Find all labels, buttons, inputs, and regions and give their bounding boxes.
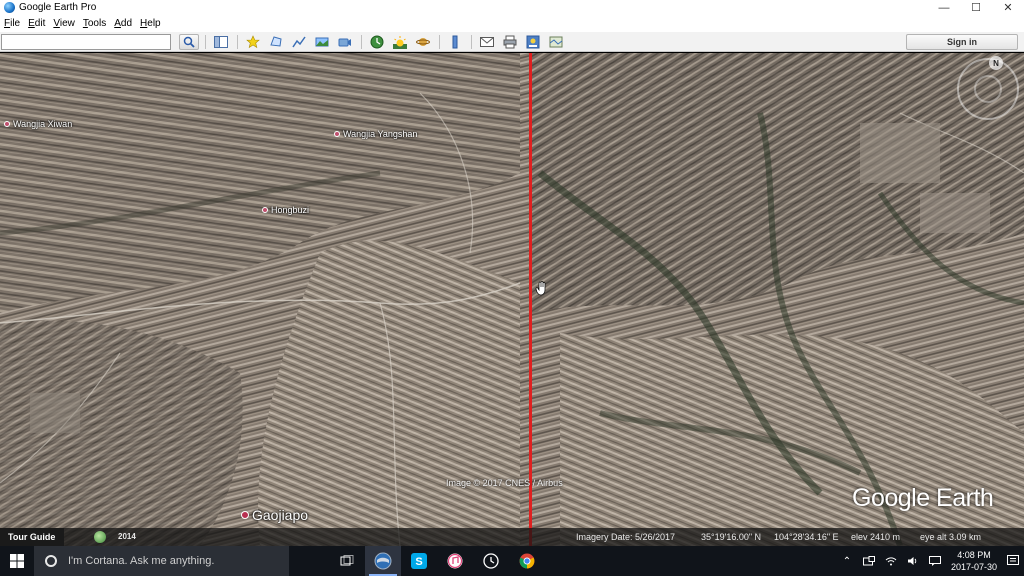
save-image-icon[interactable] [523, 34, 543, 50]
window-title: Google Earth Pro [19, 2, 97, 13]
windows-logo-icon [10, 554, 24, 568]
svg-text:S: S [415, 556, 422, 568]
swipe-divider[interactable] [529, 53, 532, 546]
toolbar-divider [471, 34, 472, 49]
google-earth-window: Google Earth Pro — ☐ ✕ File Edit View To… [0, 0, 1024, 576]
placemark-icon[interactable] [243, 34, 263, 50]
tour-guide-button[interactable]: Tour Guide [0, 528, 64, 546]
look-joystick[interactable] [974, 75, 1002, 103]
windows-taskbar: I'm Cortana. Ask me anything. S ⌃ 4:08 P… [0, 546, 1024, 576]
status-bar: Tour Guide 2014 Imagery Date: 5/26/2017 … [0, 528, 1024, 546]
navigation-compass[interactable]: N [957, 56, 1019, 120]
sidebar-toggle-icon[interactable] [211, 34, 231, 50]
google-earth-icon[interactable] [365, 546, 401, 576]
search-input[interactable] [1, 33, 171, 50]
print-icon[interactable] [500, 34, 520, 50]
search-icon[interactable] [179, 33, 199, 50]
toolbar: Sign in [0, 32, 1024, 52]
menu-tools[interactable]: Tools [79, 18, 110, 29]
planets-icon[interactable] [413, 34, 433, 50]
path-icon[interactable] [289, 34, 309, 50]
toolbar-divider [205, 34, 206, 49]
cortana-icon [45, 555, 57, 567]
cortana-search-box[interactable]: I'm Cortana. Ask me anything. [34, 546, 289, 576]
title-bar: Google Earth Pro — ☐ ✕ [0, 0, 1024, 15]
eye-altitude-readout: eye alt 3.09 km [920, 532, 982, 542]
sunlight-icon[interactable] [390, 34, 410, 50]
menu-bar: File Edit View Tools Add Help [0, 15, 1024, 32]
start-button[interactable] [0, 546, 34, 576]
clock-time: 4:08 PM [957, 550, 991, 560]
place-marker-icon [241, 511, 249, 519]
polygon-icon[interactable] [266, 34, 286, 50]
cortana-placeholder: I'm Cortana. Ask me anything. [68, 555, 215, 567]
volume-icon[interactable] [902, 546, 924, 576]
close-button[interactable]: ✕ [992, 0, 1024, 15]
clock-date: 2017-07-30 [950, 562, 998, 572]
skype-icon[interactable]: S [401, 546, 437, 576]
place-label-gaojiapo[interactable]: Gaojiapo [241, 507, 308, 523]
historical-imagery-icon[interactable] [367, 34, 387, 50]
clock-app-icon[interactable] [473, 546, 509, 576]
google-earth-logo: Google Earth [852, 484, 994, 512]
sign-in-button[interactable]: Sign in [906, 34, 1018, 50]
historical-imagery-year[interactable]: 2014 [118, 532, 136, 541]
notifications-icon[interactable] [1002, 555, 1024, 567]
toolbar-divider [439, 34, 440, 49]
place-marker-icon [334, 131, 340, 137]
image-overlay-icon[interactable] [312, 34, 332, 50]
chrome-icon[interactable] [509, 546, 545, 576]
place-label-wangjia-xiwan[interactable]: Wangjia Xiwan [4, 119, 72, 129]
elevation-readout: elev 2410 m [851, 532, 901, 542]
latitude-readout: 35°19'16.00" N [701, 532, 762, 542]
wifi-icon[interactable] [880, 546, 902, 576]
historical-imagery-icon[interactable] [94, 531, 106, 543]
minimize-button[interactable]: — [928, 0, 960, 15]
menu-file[interactable]: File [0, 18, 24, 29]
place-marker-icon [4, 121, 10, 127]
action-center-message-icon[interactable] [924, 546, 946, 576]
place-label-wangjia-yangshan[interactable]: Wangjia Yangshan [334, 129, 417, 139]
terrain-imagery [0, 53, 1024, 546]
menu-add[interactable]: Add [110, 18, 136, 29]
maximize-button[interactable]: ☐ [960, 0, 992, 15]
menu-view[interactable]: View [49, 18, 79, 29]
ruler-icon[interactable] [445, 34, 465, 50]
record-tour-icon[interactable] [335, 34, 355, 50]
tablet-mode-icon[interactable] [858, 546, 880, 576]
system-tray: ⌃ 4:08 PM 2017-07-30 [836, 546, 1024, 576]
imagery-copyright: Image © 2017 CNES / Airbus [446, 478, 563, 488]
longitude-readout: 104°28'34.16" E [774, 532, 839, 542]
map-view[interactable]: Wangjia Xiwan Wangjia Yangshan Hongbuzi … [0, 53, 1024, 546]
menu-help[interactable]: Help [136, 18, 165, 29]
view-in-maps-icon[interactable] [546, 34, 566, 50]
menu-edit[interactable]: Edit [24, 18, 49, 29]
show-hidden-icons-icon[interactable]: ⌃ [836, 546, 858, 576]
google-earth-app-icon [4, 2, 15, 13]
email-icon[interactable] [477, 34, 497, 50]
imagery-date: Imagery Date: 5/26/2017 [576, 532, 676, 542]
itunes-icon[interactable] [437, 546, 473, 576]
compass-north-indicator[interactable]: N [989, 56, 1003, 70]
hand-cursor-icon [535, 281, 546, 296]
toolbar-divider [361, 34, 362, 49]
place-label-hongbuzi[interactable]: Hongbuzi [262, 205, 309, 215]
toolbar-divider [237, 34, 238, 49]
taskbar-clock[interactable]: 4:08 PM 2017-07-30 [946, 549, 1002, 573]
task-view-icon[interactable] [329, 546, 365, 576]
place-marker-icon [262, 207, 268, 213]
